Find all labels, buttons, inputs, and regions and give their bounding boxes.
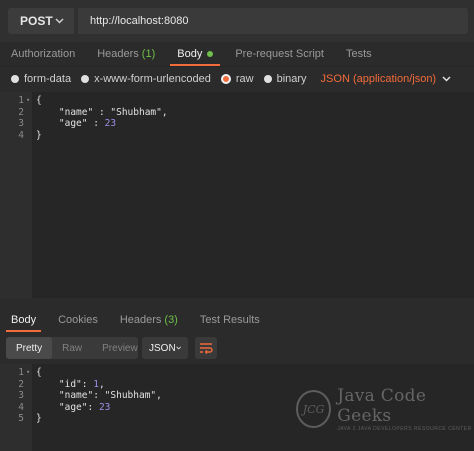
tab-label: Headers [97,48,139,60]
pretty-button[interactable]: Pretty [6,337,53,359]
radio-raw[interactable]: raw [220,72,254,85]
json-string: "Shubham" [104,390,157,401]
code-line: "name": "Shubham", [36,390,162,402]
radio-icon [11,74,19,83]
tab-label: Test Results [199,314,260,326]
jcg-logo-icon: JCG [296,390,332,428]
tab-response-headers[interactable]: Headers (3) [109,308,189,332]
request-bar: POST http://localhost:8080 [0,0,474,42]
radio-label: binary [276,72,307,85]
line-number: 5 [18,413,24,424]
code-line: "id": 1, [36,379,105,391]
tab-test-results[interactable]: Test Results [189,308,271,332]
request-tabs: Authorization Headers (1) Body Pre-reques… [0,42,474,66]
method-select[interactable]: POST [8,8,74,34]
json-number: 23 [104,118,117,129]
format-select[interactable]: JSON [142,337,188,359]
chevron-down-icon [55,18,64,24]
tab-cookies[interactable]: Cookies [47,308,109,332]
url-input[interactable]: http://localhost:8080 [78,8,468,34]
headers-count: (1) [141,48,156,60]
preview-button[interactable]: Preview [92,337,148,359]
radio-label: raw [235,72,254,85]
content-type-select[interactable]: JSON (application/json) [321,73,452,85]
radio-selected-icon [220,73,231,84]
tab-label: Headers [119,314,162,326]
json-comma: , [156,390,162,401]
code-line: "age": 23 [36,401,111,414]
response-tabs: Body Cookies Headers (3) Test Results [0,308,474,332]
json-key: "name" [58,106,94,118]
tab-response-body[interactable]: Body [0,308,47,332]
fold-arrow-icon[interactable]: ▾ [26,367,30,379]
json-key: "id" [58,378,82,390]
url-text: http://localhost:8080 [90,15,189,27]
json-separator: : [93,106,111,118]
watermark: JCG Java Code Geeks JAVA 2 JAVA DEVELOPE… [296,386,474,432]
tab-authorization[interactable]: Authorization [0,42,86,66]
line-number: 3 [18,118,24,129]
line-number: 4 [18,401,24,413]
radio-label: x-www-form-urlencoded [94,72,211,85]
tab-label: Body [11,314,37,326]
json-key: "age" [58,118,88,129]
tab-headers[interactable]: Headers (1) [86,42,166,66]
radio-binary[interactable]: binary [263,72,307,85]
chevron-down-icon [175,346,181,350]
json-number: 23 [98,401,111,413]
chevron-down-icon [442,75,451,82]
tab-tests[interactable]: Tests [335,42,383,66]
active-dot-icon [207,51,214,57]
method-label: POST [20,14,53,28]
wrap-lines-icon [200,343,213,354]
raw-button[interactable]: Raw [52,337,92,359]
json-comma: , [161,106,168,118]
json-key: "name" [58,390,94,401]
json-separator: : [93,390,105,401]
line-number: 3 [18,390,24,401]
line-number: 1 [18,367,24,378]
tab-body[interactable]: Body [166,42,224,66]
tab-pre-request-script[interactable]: Pre-request Script [224,42,335,66]
line-number: 2 [18,106,24,118]
tab-label: Tests [345,48,372,60]
view-mode-group: Pretty Raw Preview [6,337,138,359]
radio-icon [81,74,90,83]
code-line: "age" : 23 [36,118,116,130]
tab-label: Cookies [58,314,98,326]
json-string: "Shubham" [110,106,162,118]
watermark-subtitle: JAVA 2 JAVA DEVELOPERS RESOURCE CENTER [337,426,472,432]
line-number: 2 [18,378,24,390]
wrap-lines-button[interactable] [195,337,217,359]
code-line: } [36,413,42,424]
radio-form-data[interactable]: form-data [11,73,71,85]
line-number: 4 [18,129,24,141]
tab-label: Pre-request Script [235,48,324,60]
body-type-row: form-data x-www-form-urlencoded raw bina… [0,66,474,90]
radio-icon [263,74,272,83]
request-body-editor[interactable]: 1 ▾ { 2 "name" : "Shubham", 3 "age" : 23… [0,92,474,298]
tab-label: Authorization [11,48,76,60]
code-line: "name" : "Shubham", [36,107,168,119]
content-type-label: JSON (application/json) [320,72,437,85]
watermark-text: Java Code Geeks JAVA 2 JAVA DEVELOPERS R… [337,386,474,432]
json-separator: : [87,118,105,129]
json-comma: , [98,378,105,390]
pane-divider[interactable] [0,298,474,308]
tab-label: Body [177,48,203,60]
watermark-title: Java Code Geeks [337,386,427,426]
radio-label: form-data [24,72,72,85]
json-separator: : [87,401,99,413]
code-line: } [36,129,42,141]
line-number: 1 [18,95,24,106]
radio-urlencoded[interactable]: x-www-form-urlencoded [81,73,211,85]
headers-count: (3) [164,314,178,326]
response-toolbar: Pretty Raw Preview JSON [0,334,474,362]
format-label: JSON [149,342,176,354]
code-line: { [36,367,42,378]
json-separator: : [81,378,94,390]
code-line: { [36,95,42,106]
fold-arrow-icon[interactable]: ▾ [26,95,30,107]
json-key: "age" [58,401,88,413]
